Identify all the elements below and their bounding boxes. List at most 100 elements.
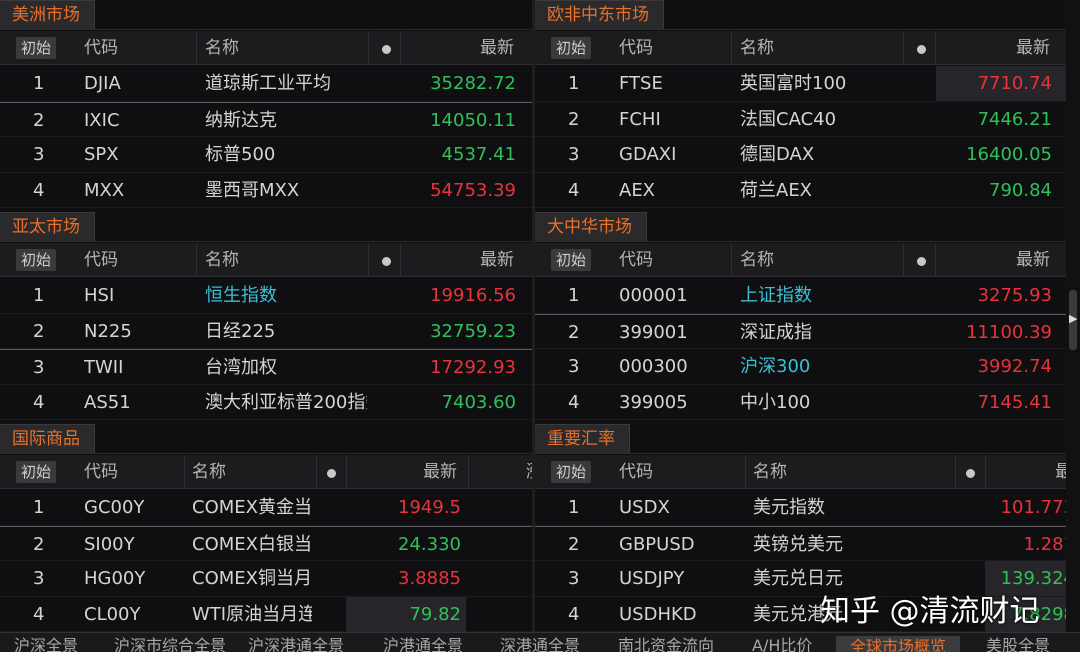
chevron-right-icon[interactable]: ▶ [1069,312,1077,325]
tab-us-stocks[interactable]: 美股全景 [986,635,1050,652]
tab-hs-connect[interactable]: 沪深港通全景 [248,635,344,652]
row-index: 1 [33,73,45,94]
table-row[interactable]: 3 HG00Y COMEX铜当月 3.8885 [0,561,532,597]
header-latest[interactable]: 最新 [423,455,457,489]
header-code[interactable]: 代码 [619,455,653,489]
bottom-tab-bar: 沪深全景 沪深市综合全景 沪深港通全景 沪港通全景 深港通全景 南北资金流向 A… [0,632,1080,652]
row-code: 000001 [619,285,688,306]
panel-tab-asia-pacific[interactable]: 亚太市场 [0,212,95,241]
header-code[interactable]: 代码 [84,243,118,277]
dot-icon[interactable] [382,45,391,54]
header-name[interactable]: 名称 [740,31,774,65]
tab-sz-hk-connect[interactable]: 深港通全景 [500,635,580,652]
reset-button[interactable]: 初始 [16,249,57,271]
table-row[interactable]: 3 GDAXI 德国DAX 16400.05 [535,137,1066,173]
tab-ah-ratio[interactable]: A/H比价 [752,635,812,652]
table-row[interactable]: 2 FCHI 法国CAC40 7446.21 [535,102,1066,137]
row-name: COMEX黄金当月 [192,497,312,518]
table-row[interactable]: 1 GC00Y COMEX黄金当月 1949.5 [0,490,532,526]
tab-hs-composite[interactable]: 沪深市综合全景 [114,635,226,652]
header-name[interactable]: 名称 [205,31,239,65]
reset-button[interactable]: 初始 [551,249,592,271]
header-latest[interactable]: 最新 [1016,243,1050,277]
column-divider[interactable] [935,243,936,277]
row-index: 1 [568,73,580,94]
header-latest[interactable]: 最新 [480,243,514,277]
column-divider[interactable] [985,455,986,489]
table-row[interactable]: 2 SI00Y COMEX白银当月 24.330 [0,525,532,561]
column-divider[interactable] [346,455,347,489]
panel-tab-fx-rates[interactable]: 重要汇率 [535,424,630,453]
table-row[interactable]: 2 399001 深证成指 11100.39 [535,313,1066,349]
table-row[interactable]: 2 N225 日经225 32759.23 [0,314,532,349]
column-divider[interactable] [903,31,904,65]
table-row[interactable]: 2 GBPUSD 英镑兑美元 1.281 [535,525,1066,561]
dot-icon[interactable] [966,469,975,478]
table-header: 初始 代码 名称 最新 [0,31,532,65]
table-header: 初始 代码 名称 最新 涨 [0,455,532,489]
header-code[interactable]: 代码 [84,455,118,489]
table-row[interactable]: 3 000300 沪深300 3992.74 [535,349,1066,385]
reset-button[interactable]: 初始 [16,461,57,483]
column-divider[interactable] [955,455,956,489]
reset-button[interactable]: 初始 [551,37,592,59]
table-row[interactable]: 4 MXX 墨西哥MXX 54753.39 [0,173,532,208]
row-code: GC00Y [84,497,145,518]
panel-tab-emea[interactable]: 欧非中东市场 [535,0,664,29]
tab-sh-hk-connect[interactable]: 沪港通全景 [383,635,463,652]
header-code[interactable]: 代码 [619,31,653,65]
header-latest[interactable]: 最新 [480,31,514,65]
column-divider[interactable] [368,243,369,277]
tab-capital-flow[interactable]: 南北资金流向 [618,635,714,652]
table-row[interactable]: 1 FTSE 英国富时100 7710.74 [535,66,1066,102]
table-row[interactable]: 1 DJIA 道琼斯工业平均 35282.72 [0,66,532,102]
row-index: 3 [568,144,580,165]
table-row[interactable]: 4 CL00Y WTI原油当月连续 79.82 [0,596,532,632]
table-row[interactable]: 3 TWII 台湾加权 17292.93 [0,349,532,385]
vertical-scrollbar[interactable]: ▶ [1066,0,1080,632]
header-name[interactable]: 名称 [740,243,774,277]
header-code[interactable]: 代码 [84,31,118,65]
dot-icon[interactable] [327,469,336,478]
column-divider[interactable] [400,243,401,277]
row-value: 4537.41 [441,144,516,165]
header-name[interactable]: 名称 [192,455,226,489]
header-latest[interactable]: 最新 [1016,31,1050,65]
reset-button[interactable]: 初始 [551,461,592,483]
table-body: 1 FTSE 英国富时100 7710.74 2 FCHI 法国CAC40 74… [535,66,1066,208]
table-row[interactable]: 1 USDX 美元指数 101.773 [535,490,1066,526]
row-value: 54753.39 [430,179,516,201]
column-divider[interactable] [731,31,732,65]
column-divider[interactable] [196,31,197,65]
table-row[interactable]: 4 AS51 澳大利亚标普200指数 7403.60 [0,385,532,420]
panel-tab-commodities[interactable]: 国际商品 [0,424,95,453]
column-divider[interactable] [368,31,369,65]
table-row[interactable]: 4 AEX 荷兰AEX 790.84 [535,173,1066,208]
column-divider[interactable] [400,31,401,65]
table-row[interactable]: 3 SPX 标普500 4537.41 [0,137,532,173]
column-divider[interactable] [196,243,197,277]
table-row[interactable]: 2 IXIC 纳斯达克 14050.11 [0,101,532,137]
header-latest-cut[interactable]: 最 [1055,455,1066,489]
column-divider[interactable] [935,31,936,65]
dot-icon[interactable] [917,45,926,54]
column-divider[interactable] [468,455,469,489]
header-name[interactable]: 名称 [205,243,239,277]
column-divider[interactable] [184,455,185,489]
column-divider[interactable] [316,455,317,489]
table-row[interactable]: 4 399005 中小100 7145.41 [535,385,1066,420]
header-code[interactable]: 代码 [619,243,653,277]
header-name[interactable]: 名称 [753,455,787,489]
column-divider[interactable] [903,243,904,277]
table-row[interactable]: 1 000001 上证指数 3275.93 [535,278,1066,314]
column-divider[interactable] [745,455,746,489]
table-row[interactable]: 1 HSI 恒生指数 19916.56 [0,278,532,314]
tab-global-overview[interactable]: 全球市场概览 [836,636,961,652]
tab-hs-overview[interactable]: 沪深全景 [14,635,78,652]
column-divider[interactable] [731,243,732,277]
dot-icon[interactable] [382,257,391,266]
panel-tab-americas[interactable]: 美洲市场 [0,0,95,29]
reset-button[interactable]: 初始 [16,37,57,59]
dot-icon[interactable] [917,257,926,266]
panel-tab-greater-china[interactable]: 大中华市场 [535,212,647,241]
